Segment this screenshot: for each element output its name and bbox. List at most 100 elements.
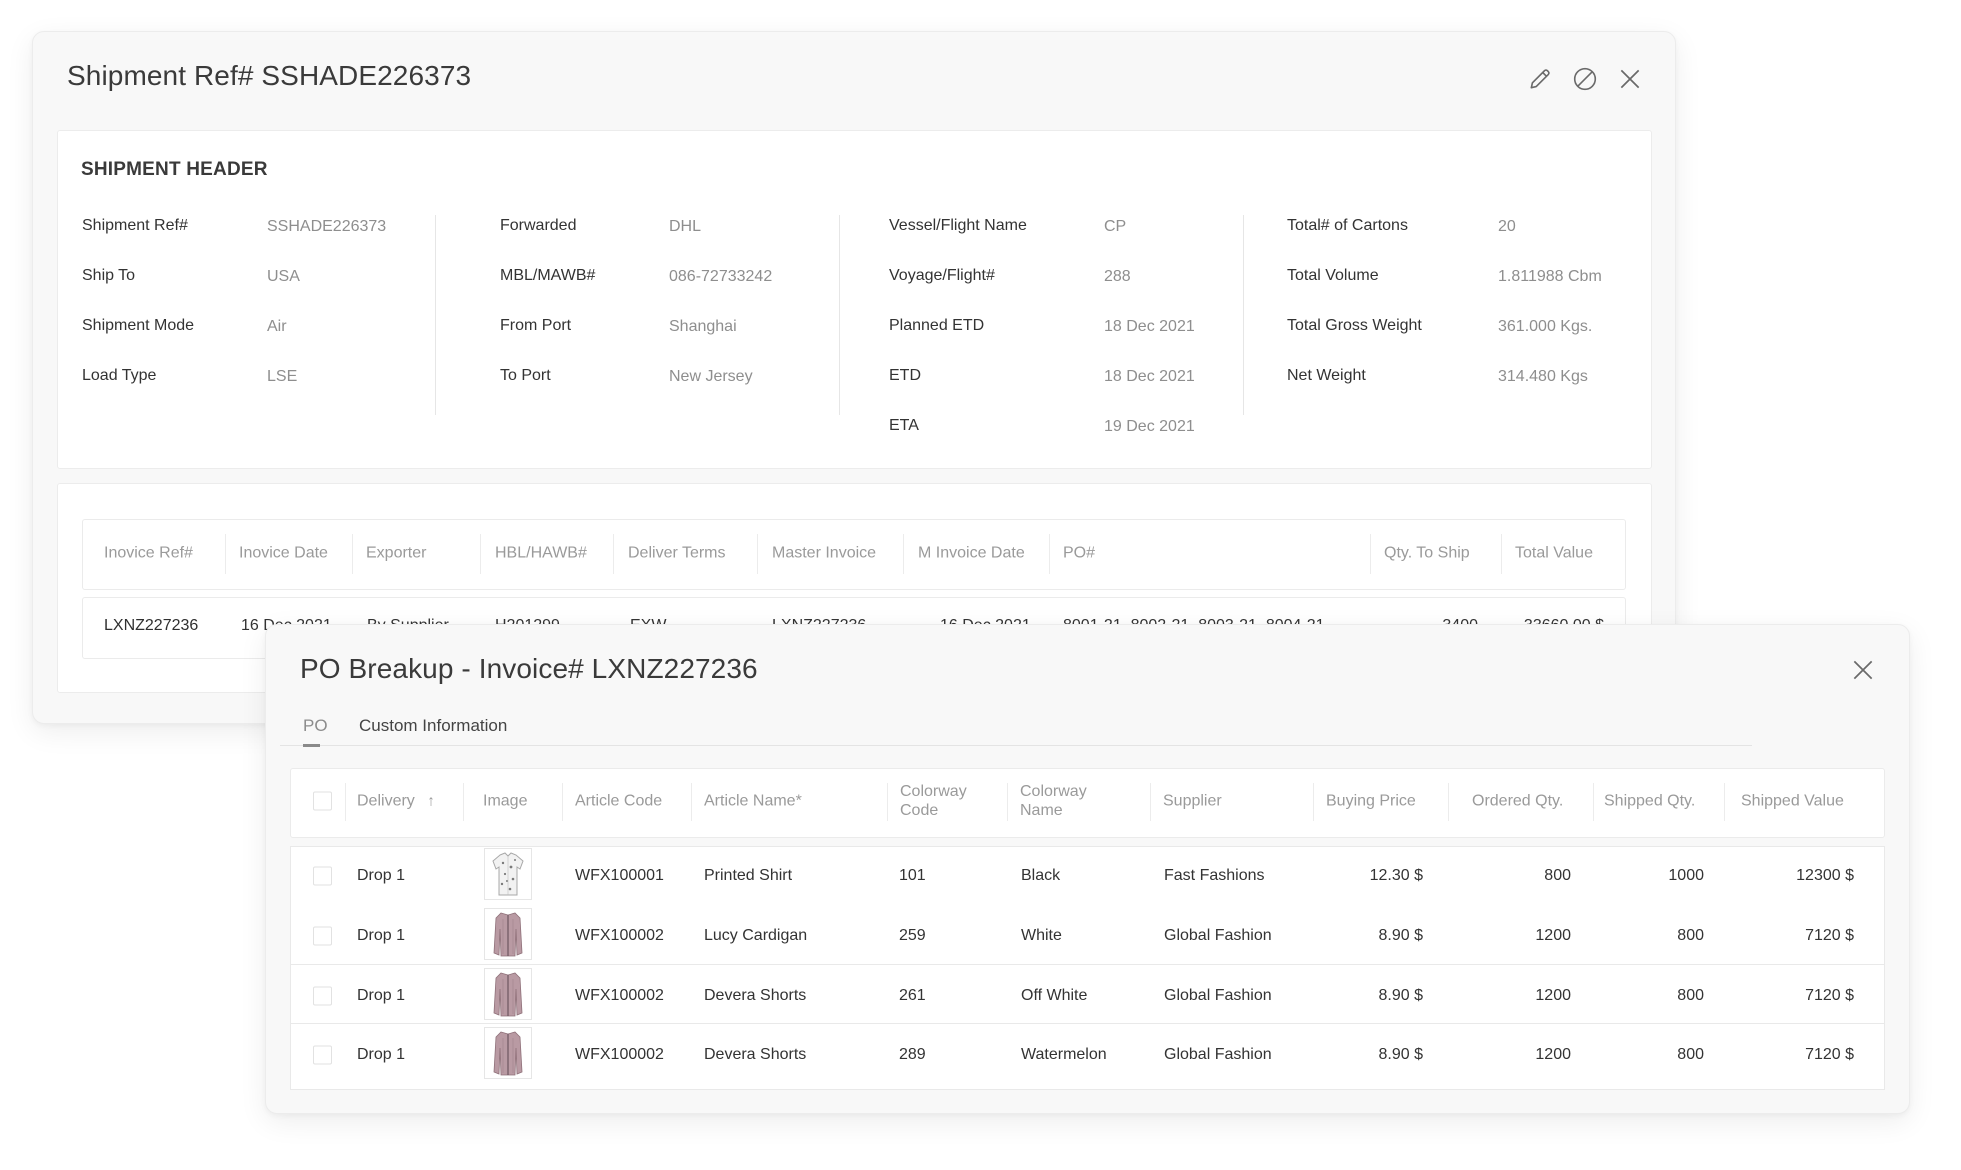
field-label-shipment-ref: Shipment Ref# (82, 217, 188, 234)
colorway-name-cell: Black (1021, 867, 1061, 884)
close-shipment-panel-button[interactable] (1615, 64, 1645, 94)
article-code-cell: WFX100001 (575, 867, 664, 884)
column-separator (691, 783, 692, 821)
delivery-cell: Drop 1 (357, 867, 406, 884)
po-col-shipped-qty[interactable]: Shipped Qty. (1604, 792, 1695, 811)
column-separator (225, 534, 226, 574)
invoice-col-m-invoice-date[interactable]: M Invoice Date (918, 544, 1025, 563)
shipped-value-cell: 7120 $ (1805, 987, 1854, 1004)
article-code-cell: WFX100002 (575, 987, 664, 1004)
shipped-value-cell: 7120 $ (1805, 1046, 1854, 1063)
shipped-qty-cell: 1000 (1668, 867, 1704, 884)
po-col-colorway-code[interactable]: Colorway Code (900, 782, 967, 820)
field-label-load-type: Load Type (82, 367, 157, 384)
select-all-checkbox[interactable] (313, 791, 332, 811)
po-col-delivery[interactable]: Delivery ↑ (357, 792, 435, 811)
po-col-article-name[interactable]: Article Name* (704, 792, 802, 811)
field-value-eta: 19 Dec 2021 (1104, 418, 1195, 435)
field-value-load-type: LSE (267, 368, 298, 385)
article-code-cell: WFX100002 (575, 927, 664, 944)
field-label-planned-etd: Planned ETD (889, 317, 985, 334)
cardigan-thumbnail[interactable] (484, 908, 532, 960)
arrow-up-icon[interactable]: ↑ (427, 793, 435, 810)
cardigan-thumbnail[interactable] (484, 968, 532, 1020)
po-col-supplier[interactable]: Supplier (1163, 792, 1222, 811)
field-label-vessel-flight-name: Vessel/Flight Name (889, 217, 1027, 234)
column-divider (1243, 215, 1244, 415)
invoice-col-deliver-terms[interactable]: Deliver Terms (628, 544, 726, 563)
invoice-col-date[interactable]: Inovice Date (239, 544, 328, 563)
row-checkbox[interactable] (313, 866, 332, 886)
cardigan-image-icon (493, 972, 523, 1017)
column-separator (757, 534, 758, 574)
column-separator (463, 783, 464, 821)
po-col-article-code[interactable]: Article Code (575, 792, 662, 811)
row-checkbox[interactable] (313, 986, 332, 1006)
row-checkbox[interactable] (313, 1045, 332, 1065)
field-label-mbl-mawb: MBL/MAWB# (500, 267, 596, 284)
invoice-col-ref[interactable]: Inovice Ref# (104, 544, 193, 563)
close-icon (1853, 660, 1873, 680)
cardigan-thumbnail[interactable] (484, 1027, 532, 1079)
shipped-value-cell: 12300 $ (1796, 867, 1854, 884)
close-icon (1620, 69, 1640, 89)
invoice-col-qty-to-ship[interactable]: Qty. To Ship (1384, 544, 1470, 563)
shipped-qty-cell: 800 (1677, 927, 1704, 944)
article-name-cell: Devera Shorts (704, 987, 807, 1004)
column-separator (345, 783, 346, 821)
invoice-col-master-invoice[interactable]: Master Invoice (772, 544, 876, 563)
ordered-qty-cell: 1200 (1535, 1046, 1571, 1063)
edit-button[interactable] (1525, 64, 1555, 94)
ordered-qty-cell: 1200 (1535, 987, 1571, 1004)
invoice-col-po[interactable]: PO# (1063, 544, 1095, 563)
printed-shirt-thumbnail[interactable] (484, 848, 532, 900)
po-col-buying-price[interactable]: Buying Price (1326, 792, 1416, 811)
tab-po[interactable]: PO (303, 716, 328, 736)
po-col-colorway-code-line2: Code (900, 802, 939, 819)
shipped-qty-cell: 800 (1677, 987, 1704, 1004)
invoice-col-total-value[interactable]: Total Value (1515, 544, 1593, 563)
cancel-shipment-button[interactable] (1570, 64, 1600, 94)
row-checkbox[interactable] (313, 926, 332, 946)
column-separator (1724, 783, 1725, 821)
po-col-shipped-value[interactable]: Shipped Value (1741, 792, 1844, 811)
close-po-panel-button[interactable] (1848, 655, 1878, 685)
field-label-to-port: To Port (500, 367, 551, 384)
shipment-header-title: SHIPMENT HEADER (81, 159, 268, 180)
po-col-colorway-name[interactable]: Colorway Name (1020, 782, 1087, 820)
field-label-total-gross-weight: Total Gross Weight (1287, 317, 1422, 334)
colorway-code-cell: 289 (899, 1046, 926, 1063)
field-label-total-volume: Total Volume (1287, 267, 1379, 284)
invoice-col-hbl-hawb[interactable]: HBL/HAWB# (495, 544, 587, 563)
column-separator (1049, 534, 1050, 574)
ban-icon (1573, 67, 1597, 91)
po-col-delivery-label: Delivery (357, 792, 415, 810)
article-code-cell: WFX100002 (575, 1046, 664, 1063)
field-value-to-port: New Jersey (669, 368, 753, 385)
colorway-code-cell: 101 (899, 867, 926, 884)
cardigan-image-icon (493, 912, 523, 957)
field-value-shipment-mode: Air (267, 318, 287, 335)
invoice-ref-cell[interactable]: LXNZ227236 (104, 617, 198, 635)
po-panel-title: PO Breakup - Invoice# LXNZ227236 (300, 653, 758, 684)
column-separator (562, 783, 563, 821)
invoice-col-exporter[interactable]: Exporter (366, 544, 426, 563)
cardigan-image-icon (493, 1031, 523, 1076)
column-divider (435, 215, 436, 415)
supplier-cell: Global Fashion (1164, 987, 1272, 1004)
supplier-cell: Global Fashion (1164, 1046, 1272, 1063)
po-col-image[interactable]: Image (483, 792, 527, 811)
field-value-forwarded: DHL (669, 218, 702, 235)
po-col-colorway-name-line2: Name (1020, 802, 1063, 819)
column-separator (887, 783, 888, 821)
field-label-forwarded: Forwarded (500, 217, 577, 234)
delivery-cell: Drop 1 (357, 1046, 406, 1063)
po-col-ordered-qty[interactable]: Ordered Qty. (1472, 792, 1563, 811)
po-col-colorway-code-line1: Colorway (900, 783, 967, 800)
colorway-name-cell: White (1021, 927, 1062, 944)
buying-price-cell: 8.90 $ (1378, 927, 1423, 944)
column-separator (480, 534, 481, 574)
field-label-eta: ETA (889, 417, 919, 434)
tab-custom-information[interactable]: Custom Information (359, 716, 507, 736)
field-value-planned-etd: 18 Dec 2021 (1104, 318, 1195, 335)
